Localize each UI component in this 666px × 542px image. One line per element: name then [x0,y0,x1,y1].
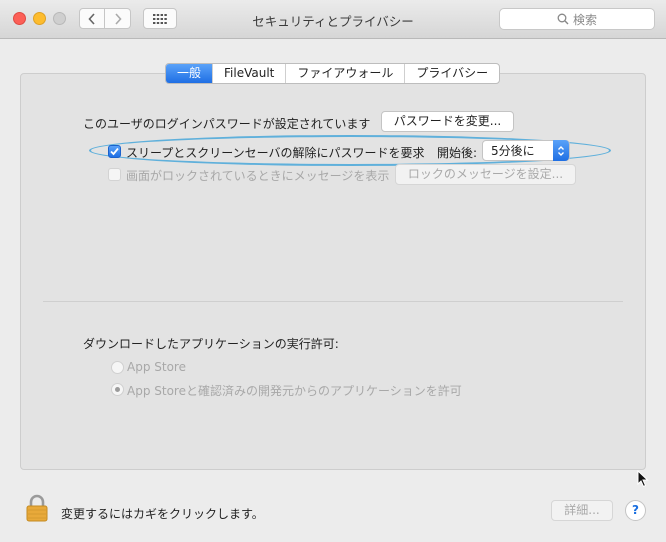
lock-message-label: 画面がロックされているときにメッセージを表示 [126,169,390,183]
require-password-label: スリープとスクリーンセーバの解除にパスワードを要求 [126,146,425,160]
help-button[interactable]: ? [625,500,646,521]
forward-button[interactable] [105,8,131,29]
search-icon [557,13,569,25]
tab-privacy[interactable]: プライバシー [404,64,499,83]
radio-app-store-label: App Store [127,360,186,374]
radio-app-store-identified[interactable] [111,383,124,396]
lock-instruction-text: 変更するにはカギをクリックします。 [61,507,264,521]
lock-icon[interactable] [24,494,50,522]
search-field[interactable]: 検索 [499,8,655,30]
tab-general[interactable]: 一般 [166,64,213,83]
cursor-icon [637,469,649,491]
chevron-left-icon [88,12,95,25]
title-bar: セキュリティとプライバシー 検索 [0,0,666,39]
chevron-right-icon [114,12,122,25]
delay-select-value: 5分後に [491,144,535,158]
back-button[interactable] [79,8,105,29]
minimize-window-button[interactable] [33,12,46,25]
radio-app-store[interactable] [111,361,124,374]
show-all-button[interactable] [143,8,177,29]
delay-select[interactable]: 5分後に [482,140,570,161]
checkmark-icon [110,147,119,156]
lock-message-checkbox[interactable] [108,168,121,181]
grid-icon [153,13,167,24]
section-divider [43,301,623,302]
downloads-heading: ダウンロードしたアプリケーションの実行許可: [83,337,339,351]
set-lock-message-button[interactable]: ロックのメッセージを設定... [395,164,576,185]
change-password-button[interactable]: パスワードを変更... [381,111,514,132]
start-after-label: 開始後: [437,146,478,160]
tab-firewall[interactable]: ファイアウォール [285,64,404,83]
advanced-button[interactable]: 詳細... [551,500,613,521]
require-password-checkbox[interactable] [108,145,121,158]
content-panel [20,73,646,470]
tab-filevault[interactable]: FileVault [212,64,285,83]
updown-chevron-icon [553,140,569,161]
zoom-window-button[interactable] [53,12,66,25]
password-status-text: このユーザのログインパスワードが設定されています [83,117,371,131]
search-placeholder: 検索 [572,12,597,27]
window-title: セキュリティとプライバシー [252,14,414,29]
radio-app-store-identified-label: App Storeと確認済みの開発元からのアプリケーションを許可 [127,384,462,398]
close-window-button[interactable] [13,12,26,25]
tab-bar: 一般 FileVault ファイアウォール プライバシー [165,63,501,84]
